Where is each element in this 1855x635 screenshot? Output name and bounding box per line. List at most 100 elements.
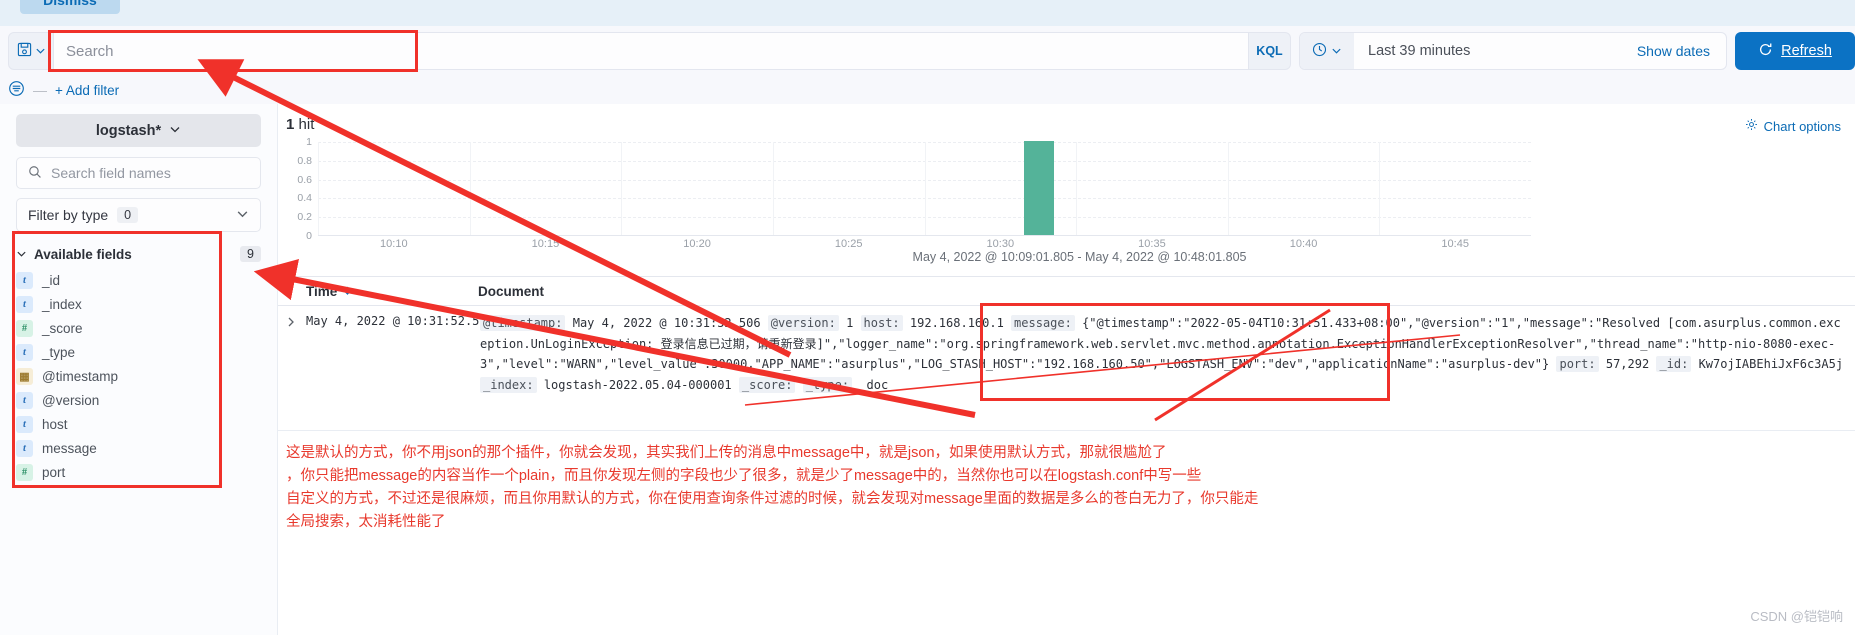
hit-count: 1 hit (286, 116, 314, 133)
chart-y-tick: 0.4 (297, 192, 312, 205)
search-field-names-placeholder: Search field names (51, 165, 171, 181)
notification-banner: Dismiss (0, 0, 1855, 26)
annotation-text: 这是默认的方式，你不用json的那个插件，你就会发现，其实我们上传的消息中mes… (286, 442, 1486, 534)
sidebar-field-id[interactable]: t _id (16, 268, 261, 292)
filter-by-type-label: Filter by type (28, 207, 109, 223)
chart-bar[interactable] (1023, 141, 1055, 235)
annotation-line: 全局搜索，太消耗性能了 (286, 514, 446, 530)
sidebar-field-port[interactable]: # port (16, 460, 261, 484)
doc-field-value: 1 (846, 316, 854, 330)
column-header-time[interactable]: Time (278, 284, 478, 299)
string-field-icon: t (16, 343, 33, 361)
table-row[interactable]: May 4, 2022 @ 10:31:52.506 @timestamp: M… (278, 306, 1855, 393)
sidebar-field-score[interactable]: # _score (16, 316, 261, 340)
chart-x-tick: 10:45 (1441, 238, 1469, 250)
available-fields-list: t _id t _index # _score t _type ▦ @timestamp t @ver… (16, 268, 261, 484)
doc-meta-value: logstash-2022.05.04-000001 (543, 377, 732, 392)
chart-time-range-caption: May 4, 2022 @ 10:09:01.805 - May 4, 2022… (912, 250, 1247, 264)
sidebar-field-type[interactable]: t _type (16, 340, 261, 364)
chart-x-tick: 10:30 (986, 238, 1015, 250)
chart-vgridline (924, 142, 926, 235)
sidebar-field-index[interactable]: t _index (16, 292, 261, 316)
filter-bar: — + Add filter (0, 76, 1855, 104)
chart-y-tick: 0 (306, 230, 312, 242)
search-icon (28, 165, 42, 182)
chart-options-label: Chart options (1763, 118, 1841, 134)
filter-by-type-button[interactable]: Filter by type 0 (16, 198, 261, 232)
dismiss-button[interactable]: Dismiss (20, 0, 120, 14)
doc-field-value: 57,292 (1605, 357, 1650, 371)
doc-meta-value: Kw7ojIABEhiJxF6c3A5j (1698, 357, 1844, 371)
sidebar-field-host[interactable]: t host (16, 412, 261, 436)
discover-main-panel: 1 hit Chart options 1 0.8 0.6 0.4 0.2 0 10:10… (278, 104, 1855, 635)
doc-meta-key: _index: (480, 376, 537, 393)
doc-meta-key: _score: (738, 376, 796, 393)
doc-field-key: message: (1011, 315, 1075, 331)
saved-query-button[interactable] (8, 32, 54, 70)
chart-vgridline (318, 142, 319, 235)
add-filter-button[interactable]: + Add filter (55, 83, 119, 98)
row-document-content: @timestamp: May 4, 2022 @ 10:31:52.506 @… (480, 313, 1847, 395)
sidebar-field-version[interactable]: t @version (16, 388, 261, 412)
chevron-down-icon (169, 123, 181, 139)
fields-sidebar: logstash* Search field names Filter by t… (0, 104, 278, 635)
doc-field-value: May 4, 2022 @ 10:31:52.506 (572, 316, 761, 330)
date-field-icon: ▦ (16, 367, 33, 385)
doc-meta-value: _doc (859, 377, 889, 392)
chart-vgridline (1227, 142, 1229, 235)
available-fields-header[interactable]: Available fields 9 (16, 246, 261, 262)
filter-separator: — (33, 82, 47, 98)
kql-toggle-button[interactable]: KQL (1249, 32, 1291, 70)
doc-meta-key: _type: (802, 376, 853, 393)
column-header-document: Document (478, 283, 545, 299)
filter-icon[interactable] (8, 80, 25, 100)
chart-x-tick: 10:20 (683, 238, 711, 250)
chevron-down-icon (35, 43, 46, 59)
clock-icon (1312, 42, 1327, 60)
string-field-icon: t (16, 391, 33, 409)
chart-options-button[interactable]: Chart options (1745, 118, 1841, 134)
doc-field-value: 192.168.160.1 (909, 316, 1004, 330)
chart-vgridline (772, 142, 774, 235)
hit-count-label: hit (298, 116, 315, 133)
chevron-right-icon[interactable] (286, 316, 296, 331)
doc-field-key: @version: (767, 315, 839, 331)
available-fields-count: 9 (240, 246, 261, 262)
sidebar-field-label: message (42, 440, 97, 456)
annotation-line: 自定义的方式，不过还是很麻烦，而且你用默认的方式，你在使用查询条件过滤的时候，就… (286, 491, 1259, 507)
show-dates-button[interactable]: Show dates (1637, 43, 1726, 59)
string-field-icon: t (16, 271, 33, 289)
sidebar-field-timestamp[interactable]: ▦ @timestamp (16, 364, 261, 388)
date-quick-select-button[interactable] (1300, 33, 1354, 69)
histogram-chart[interactable]: 1 0.8 0.6 0.4 0.2 0 10:10 10:15 10:20 10:25 10:30… (286, 136, 1531, 252)
sidebar-field-label: port (42, 464, 66, 480)
chart-x-tick: 10:25 (834, 238, 863, 250)
filter-by-type-count: 0 (117, 207, 139, 223)
sidebar-field-message[interactable]: t message (16, 436, 261, 460)
sidebar-field-label: _index (42, 296, 82, 312)
save-icon (17, 42, 32, 60)
refresh-button[interactable]: Refresh (1735, 32, 1855, 70)
chart-y-tick: 0.2 (297, 211, 312, 224)
index-pattern-selector[interactable]: logstash* (16, 114, 261, 147)
refresh-icon (1758, 42, 1773, 61)
date-picker[interactable]: Last 39 minutes Show dates (1299, 32, 1727, 70)
search-field-names-input[interactable]: Search field names (16, 157, 261, 189)
chart-y-tick: 1 (306, 136, 312, 148)
doc-field-key: @timestamp: (480, 315, 566, 331)
sort-desc-icon[interactable] (342, 284, 353, 299)
documents-table-header: Time Document (278, 276, 1855, 306)
time-range-label[interactable]: Last 39 minutes (1354, 43, 1637, 59)
string-field-icon: t (16, 295, 33, 313)
row-timestamp: May 4, 2022 @ 10:31:52.506 (306, 314, 494, 328)
chart-vgridline (1076, 142, 1078, 235)
hit-count-value: 1 (286, 116, 295, 133)
column-header-time-label: Time (306, 283, 338, 299)
doc-field-key: host: (860, 315, 903, 331)
index-pattern-label: logstash* (95, 122, 162, 139)
search-input[interactable]: Search (54, 32, 1249, 70)
available-fields-label: Available fields (34, 246, 132, 262)
annotation-line: ，你只能把message的内容当作一个plain，而且你发现左侧的字段也少了很多… (286, 468, 1202, 484)
string-field-icon: t (16, 415, 33, 433)
chart-plot-area (318, 141, 1531, 236)
